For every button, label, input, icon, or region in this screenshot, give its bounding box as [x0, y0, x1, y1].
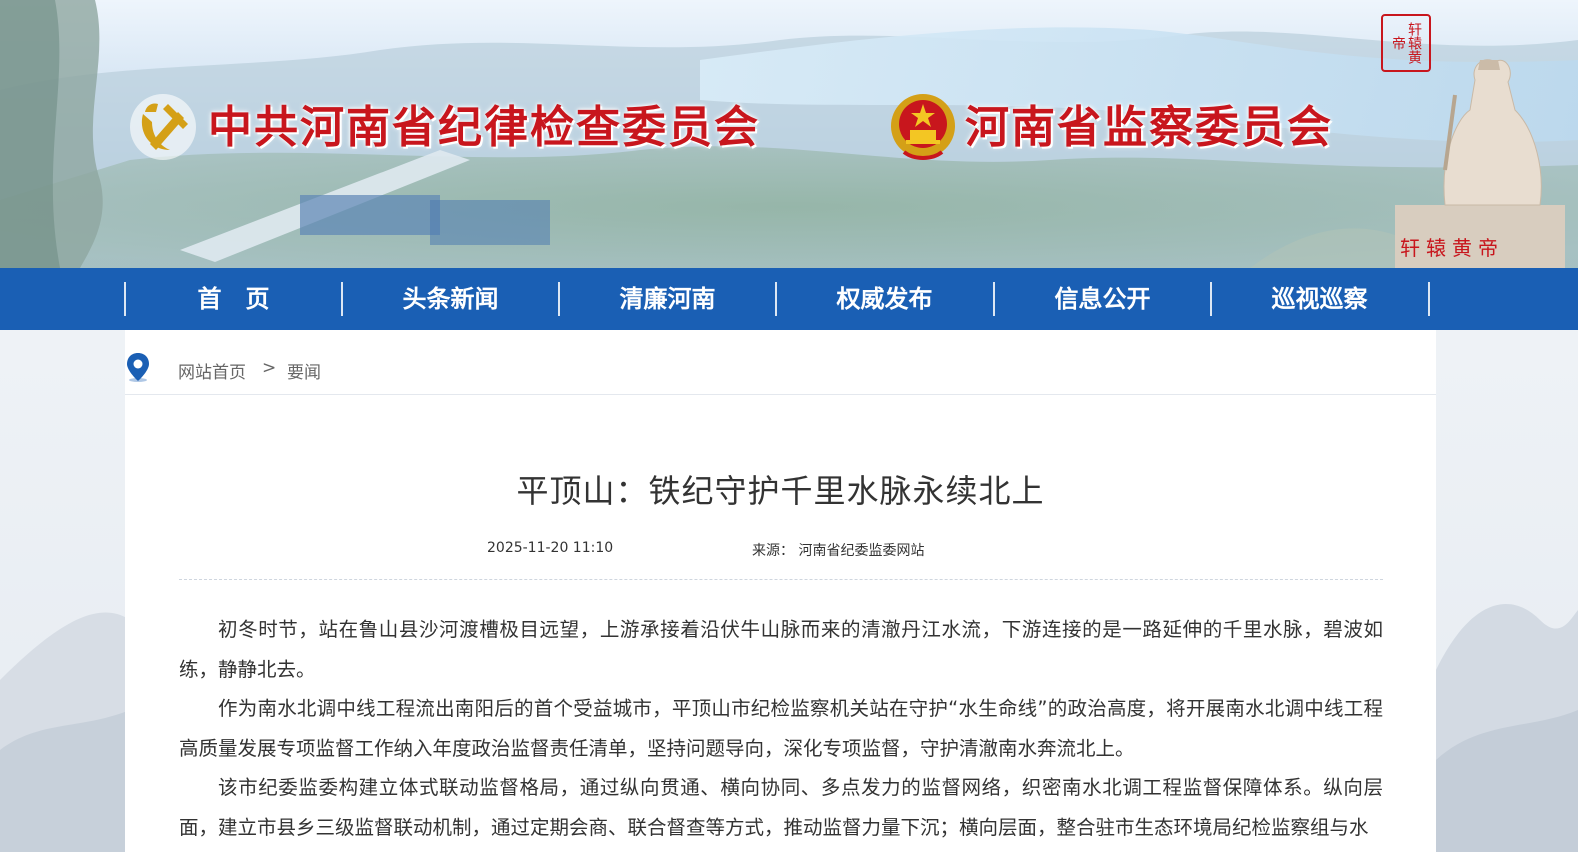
breadcrumb-current[interactable]: 要闻	[287, 358, 321, 383]
article-title: 平顶山：铁纪守护千里水脉永续北上	[516, 472, 1045, 510]
breadcrumb: 网站首页 > 要闻	[125, 330, 1436, 395]
title-divider	[179, 579, 1383, 580]
article-source: 来源： 河南省纪委监委网站	[752, 543, 925, 559]
article-date: 2025-11-20 11:10	[487, 540, 614, 556]
nav-item-home[interactable]: 首 页	[125, 284, 342, 314]
breadcrumb-separator: >	[262, 358, 277, 378]
nav-separator	[1428, 282, 1430, 316]
article-paragraph: 作为南水北调中线工程流出南阳后的首个受益城市，平顶山市纪检监察机关站在守护“水生…	[179, 697, 1383, 760]
nav-item-releases[interactable]: 权威发布	[776, 284, 993, 314]
breadcrumb-home-link[interactable]: 网站首页	[178, 358, 246, 383]
location-pin-icon	[127, 353, 149, 382]
nav-item-clean-henan[interactable]: 清廉河南	[559, 284, 776, 314]
national-emblem-icon	[891, 94, 955, 160]
main-navigation: 首 页 头条新闻 清廉河南 权威发布 信息公开 巡视巡察	[0, 268, 1578, 330]
nav-item-headlines[interactable]: 头条新闻	[342, 284, 559, 314]
article-paragraph: 初冬时节，站在鲁山县沙河渡槽极目远望，上游承接着沿伏牛山脉而来的清澈丹江水流，下…	[179, 618, 1383, 681]
party-emblem-icon	[130, 94, 196, 160]
statue-label: 轩辕黄帝	[1400, 236, 1504, 260]
article-body: 初冬时节，站在鲁山县沙河渡槽极目远望，上游承接着沿伏牛山脉而来的清澈丹江水流，下…	[179, 610, 1383, 847]
nav-item-public-info[interactable]: 信息公开	[994, 284, 1211, 314]
article-container: 网站首页 > 要闻 平顶山：铁纪守护千里水脉永续北上 2025-11-20 11…	[125, 330, 1436, 852]
banner-title-supervisory-commission: 河南省监察委员会	[965, 102, 1333, 153]
header-banner: 中共河南省纪律检查委员会 河南省监察委员会 轩辕黄帝 轩辕黄帝	[0, 0, 1578, 268]
banner-title-party-commission: 中共河南省纪律检查委员会	[208, 102, 760, 153]
red-seal-stamp: 轩辕黄帝	[1381, 14, 1431, 72]
article-paragraph: 该市纪委监委构建立体式联动监督格局，通过纵向贯通、横向协同、多点发力的监督网络，…	[179, 776, 1383, 839]
nav-item-inspection[interactable]: 巡视巡察	[1211, 284, 1428, 314]
